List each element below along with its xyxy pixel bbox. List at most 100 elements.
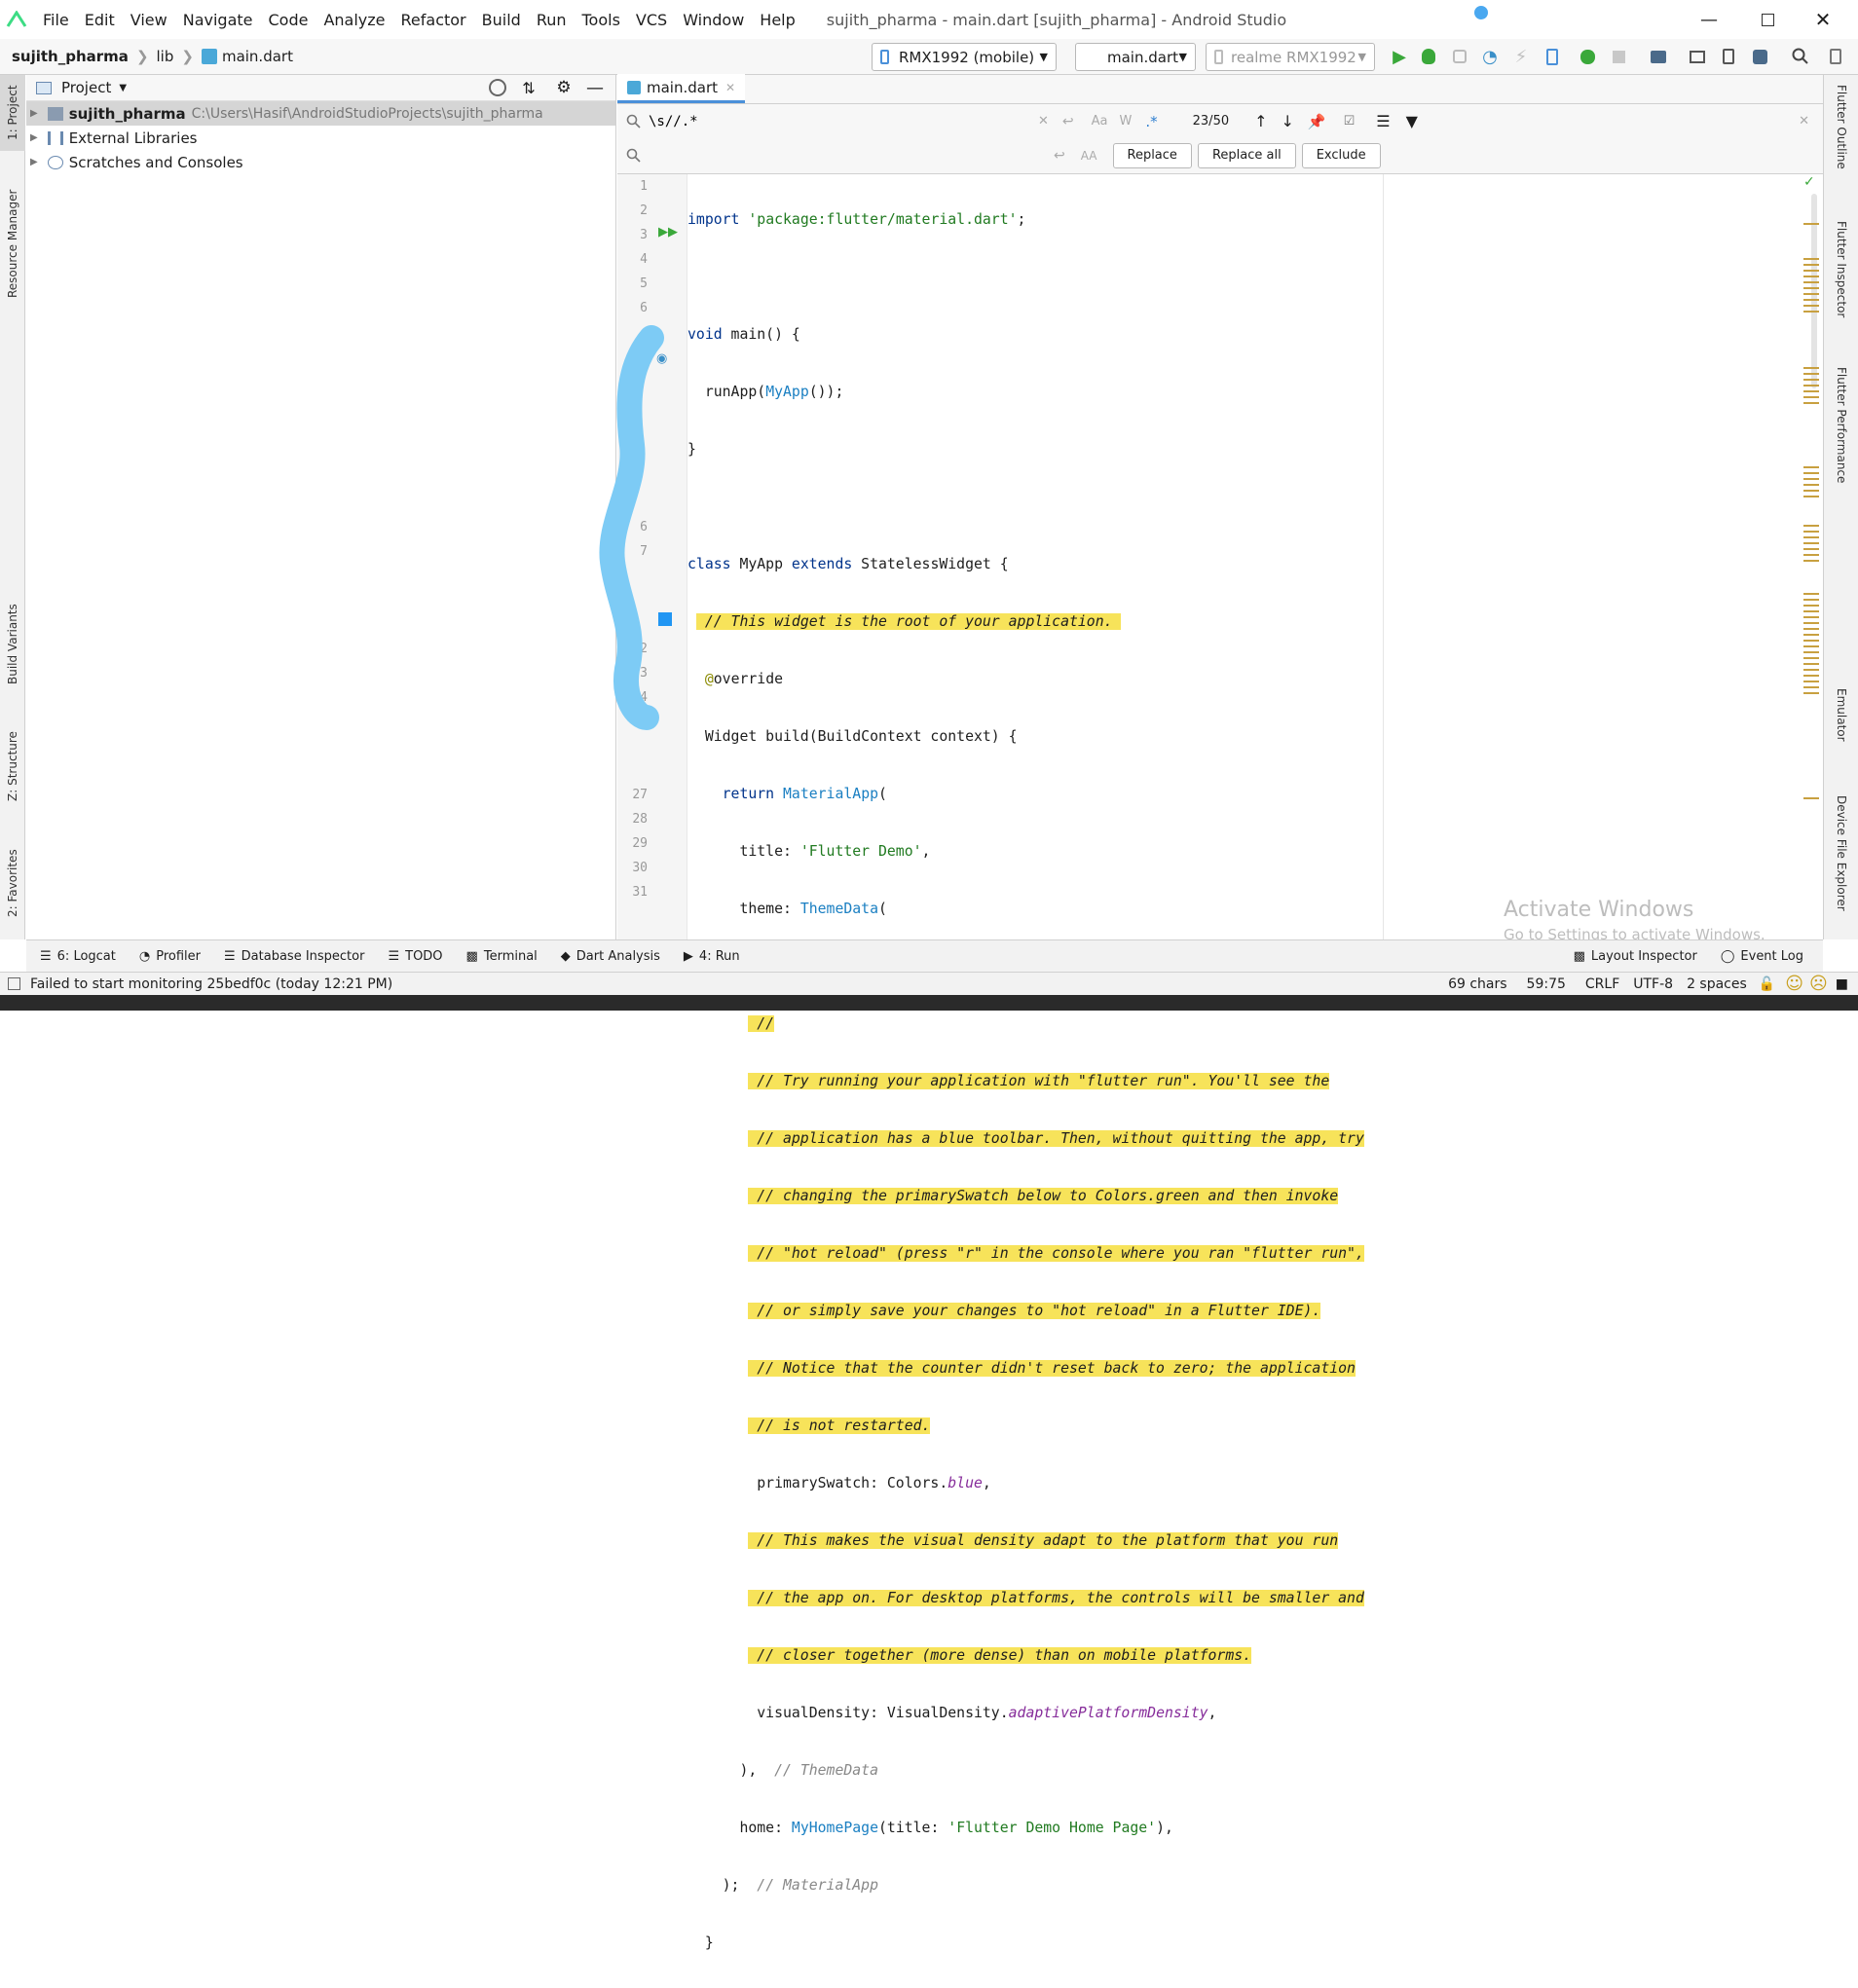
run-gutter-icon[interactable]: ▶▶: [658, 225, 678, 239]
file-encoding[interactable]: UTF-8: [1633, 976, 1673, 992]
status-message[interactable]: Failed to start monitoring 25bedf0c (tod…: [30, 976, 392, 992]
close-icon[interactable]: ✕: [1808, 6, 1838, 33]
apply-changes-icon[interactable]: ⚡: [1511, 47, 1531, 67]
tab-build-variants[interactable]: Build Variants: [0, 591, 25, 698]
settings-icon[interactable]: [1826, 47, 1845, 66]
menu-file[interactable]: File: [35, 11, 77, 29]
close-tab-icon[interactable]: ✕: [725, 81, 735, 94]
breadcrumb-lib[interactable]: lib: [157, 48, 174, 65]
status-square-icon[interactable]: [8, 977, 20, 990]
apply-code-icon[interactable]: [1542, 47, 1562, 66]
stop-icon[interactable]: [1609, 47, 1628, 66]
line-separator[interactable]: CRLF: [1585, 976, 1619, 992]
collapse-all-icon[interactable]: ⇅: [520, 79, 538, 97]
menu-build[interactable]: Build: [474, 11, 529, 29]
tree-item-project-root[interactable]: ▶ sujith_pharma C:\Users\Hasif\AndroidSt…: [26, 101, 615, 126]
select-all-occurrences-icon[interactable]: ☑: [1344, 114, 1356, 129]
breadcrumb-file[interactable]: main.dart: [222, 48, 293, 65]
expand-arrow-icon[interactable]: ▶: [30, 157, 38, 167]
expand-arrow-icon[interactable]: ▶: [30, 108, 38, 119]
device-manager-icon[interactable]: [1719, 47, 1738, 66]
search-icon[interactable]: [1791, 47, 1810, 66]
tab-project[interactable]: 1: Project: [0, 75, 25, 151]
menu-code[interactable]: Code: [261, 11, 316, 29]
lock-icon[interactable]: 🔓: [1759, 976, 1775, 992]
maximize-icon[interactable]: [1753, 6, 1782, 33]
locate-icon[interactable]: [489, 79, 506, 96]
close-find-icon[interactable]: ✕: [1799, 114, 1809, 129]
tab-dart-analysis[interactable]: ◆ Dart Analysis: [561, 949, 660, 964]
clear-icon[interactable]: ✕: [1038, 114, 1049, 129]
tab-emulator[interactable]: Emulator: [1828, 688, 1855, 786]
gear-icon[interactable]: ⚙: [555, 78, 573, 97]
attach-process-icon[interactable]: [1578, 47, 1597, 66]
replace-input[interactable]: [649, 143, 1048, 167]
code-view[interactable]: import 'package:flutter/material.dart'; …: [687, 174, 1749, 1951]
menu-analyze[interactable]: Analyze: [316, 11, 392, 29]
arrow-up-icon[interactable]: ↑: [1254, 112, 1267, 130]
new-line-icon[interactable]: ↩: [1054, 148, 1065, 164]
attach-debugger-icon[interactable]: [1450, 47, 1469, 66]
tab-profiler[interactable]: ◔ Profiler: [139, 949, 201, 964]
smile-icon[interactable]: ☺: [1785, 974, 1803, 994]
preserve-case-icon[interactable]: AA: [1081, 149, 1097, 163]
menu-help[interactable]: Help: [752, 11, 802, 29]
memory-icon[interactable]: ■: [1836, 976, 1848, 992]
run-config-selector[interactable]: main.dart ▼: [1075, 43, 1196, 71]
filter-lines-icon[interactable]: ☰: [1376, 112, 1390, 130]
frown-icon[interactable]: ☹: [1809, 974, 1828, 994]
tree-item-external-libraries[interactable]: ▶ External Libraries: [26, 126, 615, 150]
tab-structure[interactable]: Z: Structure: [0, 718, 25, 815]
filter-icon[interactable]: ▼: [1406, 112, 1418, 130]
menu-tools[interactable]: Tools: [575, 11, 628, 29]
menu-vcs[interactable]: VCS: [628, 11, 675, 29]
tab-flutter-performance[interactable]: Flutter Performance: [1828, 367, 1855, 533]
tab-event-log[interactable]: ◯ Event Log: [1721, 949, 1803, 964]
project-view-selector[interactable]: Project: [61, 79, 111, 96]
menu-run[interactable]: Run: [529, 11, 575, 29]
chevron-down-icon[interactable]: ▼: [119, 83, 127, 93]
tree-item-scratches[interactable]: ▶ Scratches and Consoles: [26, 150, 615, 174]
menu-window[interactable]: Window: [675, 11, 752, 29]
project-structure-icon[interactable]: [1649, 47, 1668, 66]
tab-device-file-explorer[interactable]: Device File Explorer: [1828, 795, 1855, 932]
tab-database-inspector[interactable]: ☰ Database Inspector: [224, 949, 364, 964]
tab-logcat[interactable]: ☰ 6: Logcat: [40, 949, 116, 964]
match-case-icon[interactable]: Aa: [1092, 114, 1108, 129]
expand-arrow-icon[interactable]: ▶: [30, 132, 38, 143]
tab-terminal[interactable]: ▩ Terminal: [466, 949, 538, 964]
tab-flutter-outline[interactable]: Flutter Outline: [1828, 85, 1855, 202]
tab-run[interactable]: ▶ 4: Run: [684, 949, 740, 964]
debug-icon[interactable]: [1419, 47, 1438, 66]
editor-tab-main-dart[interactable]: main.dart ✕: [617, 74, 746, 103]
exclude-button[interactable]: Exclude: [1301, 142, 1381, 168]
breadcrumb-project[interactable]: sujith_pharma: [12, 48, 129, 65]
menu-view[interactable]: View: [123, 11, 175, 29]
tab-resource-manager[interactable]: Resource Manager: [0, 180, 25, 307]
tab-todo[interactable]: ☰ TODO: [388, 949, 442, 964]
new-line-icon[interactable]: ↩: [1062, 114, 1074, 129]
indent-setting[interactable]: 2 spaces: [1687, 976, 1747, 992]
whole-words-icon[interactable]: W: [1120, 114, 1133, 129]
run-icon[interactable]: ▶: [1390, 47, 1409, 67]
tab-layout-inspector[interactable]: ▩ Layout Inspector: [1574, 949, 1697, 964]
profile-icon[interactable]: ◔: [1480, 47, 1500, 67]
find-input[interactable]: [649, 109, 1038, 133]
menu-refactor[interactable]: Refactor: [393, 11, 474, 29]
pin-icon[interactable]: 📌: [1308, 113, 1326, 130]
tab-favorites[interactable]: 2: Favorites: [0, 834, 25, 932]
avd-manager-icon[interactable]: [1688, 47, 1707, 66]
replace-all-button[interactable]: Replace all: [1197, 142, 1296, 168]
device-selector[interactable]: RMX1992 (mobile) ▼: [872, 43, 1057, 71]
replace-button[interactable]: Replace: [1112, 142, 1192, 168]
menu-navigate[interactable]: Navigate: [175, 11, 261, 29]
tab-flutter-inspector[interactable]: Flutter Inspector: [1828, 221, 1855, 357]
cursor-position[interactable]: 59:75: [1527, 976, 1566, 992]
arrow-down-icon[interactable]: ↓: [1282, 112, 1294, 130]
hide-panel-icon[interactable]: —: [586, 78, 604, 98]
regex-icon[interactable]: .*: [1145, 113, 1157, 130]
minimize-icon[interactable]: —: [1694, 6, 1724, 33]
sdk-manager-icon[interactable]: [1750, 47, 1769, 66]
menu-edit[interactable]: Edit: [77, 11, 123, 29]
target-device-selector[interactable]: realme RMX1992 ▼: [1206, 43, 1375, 71]
